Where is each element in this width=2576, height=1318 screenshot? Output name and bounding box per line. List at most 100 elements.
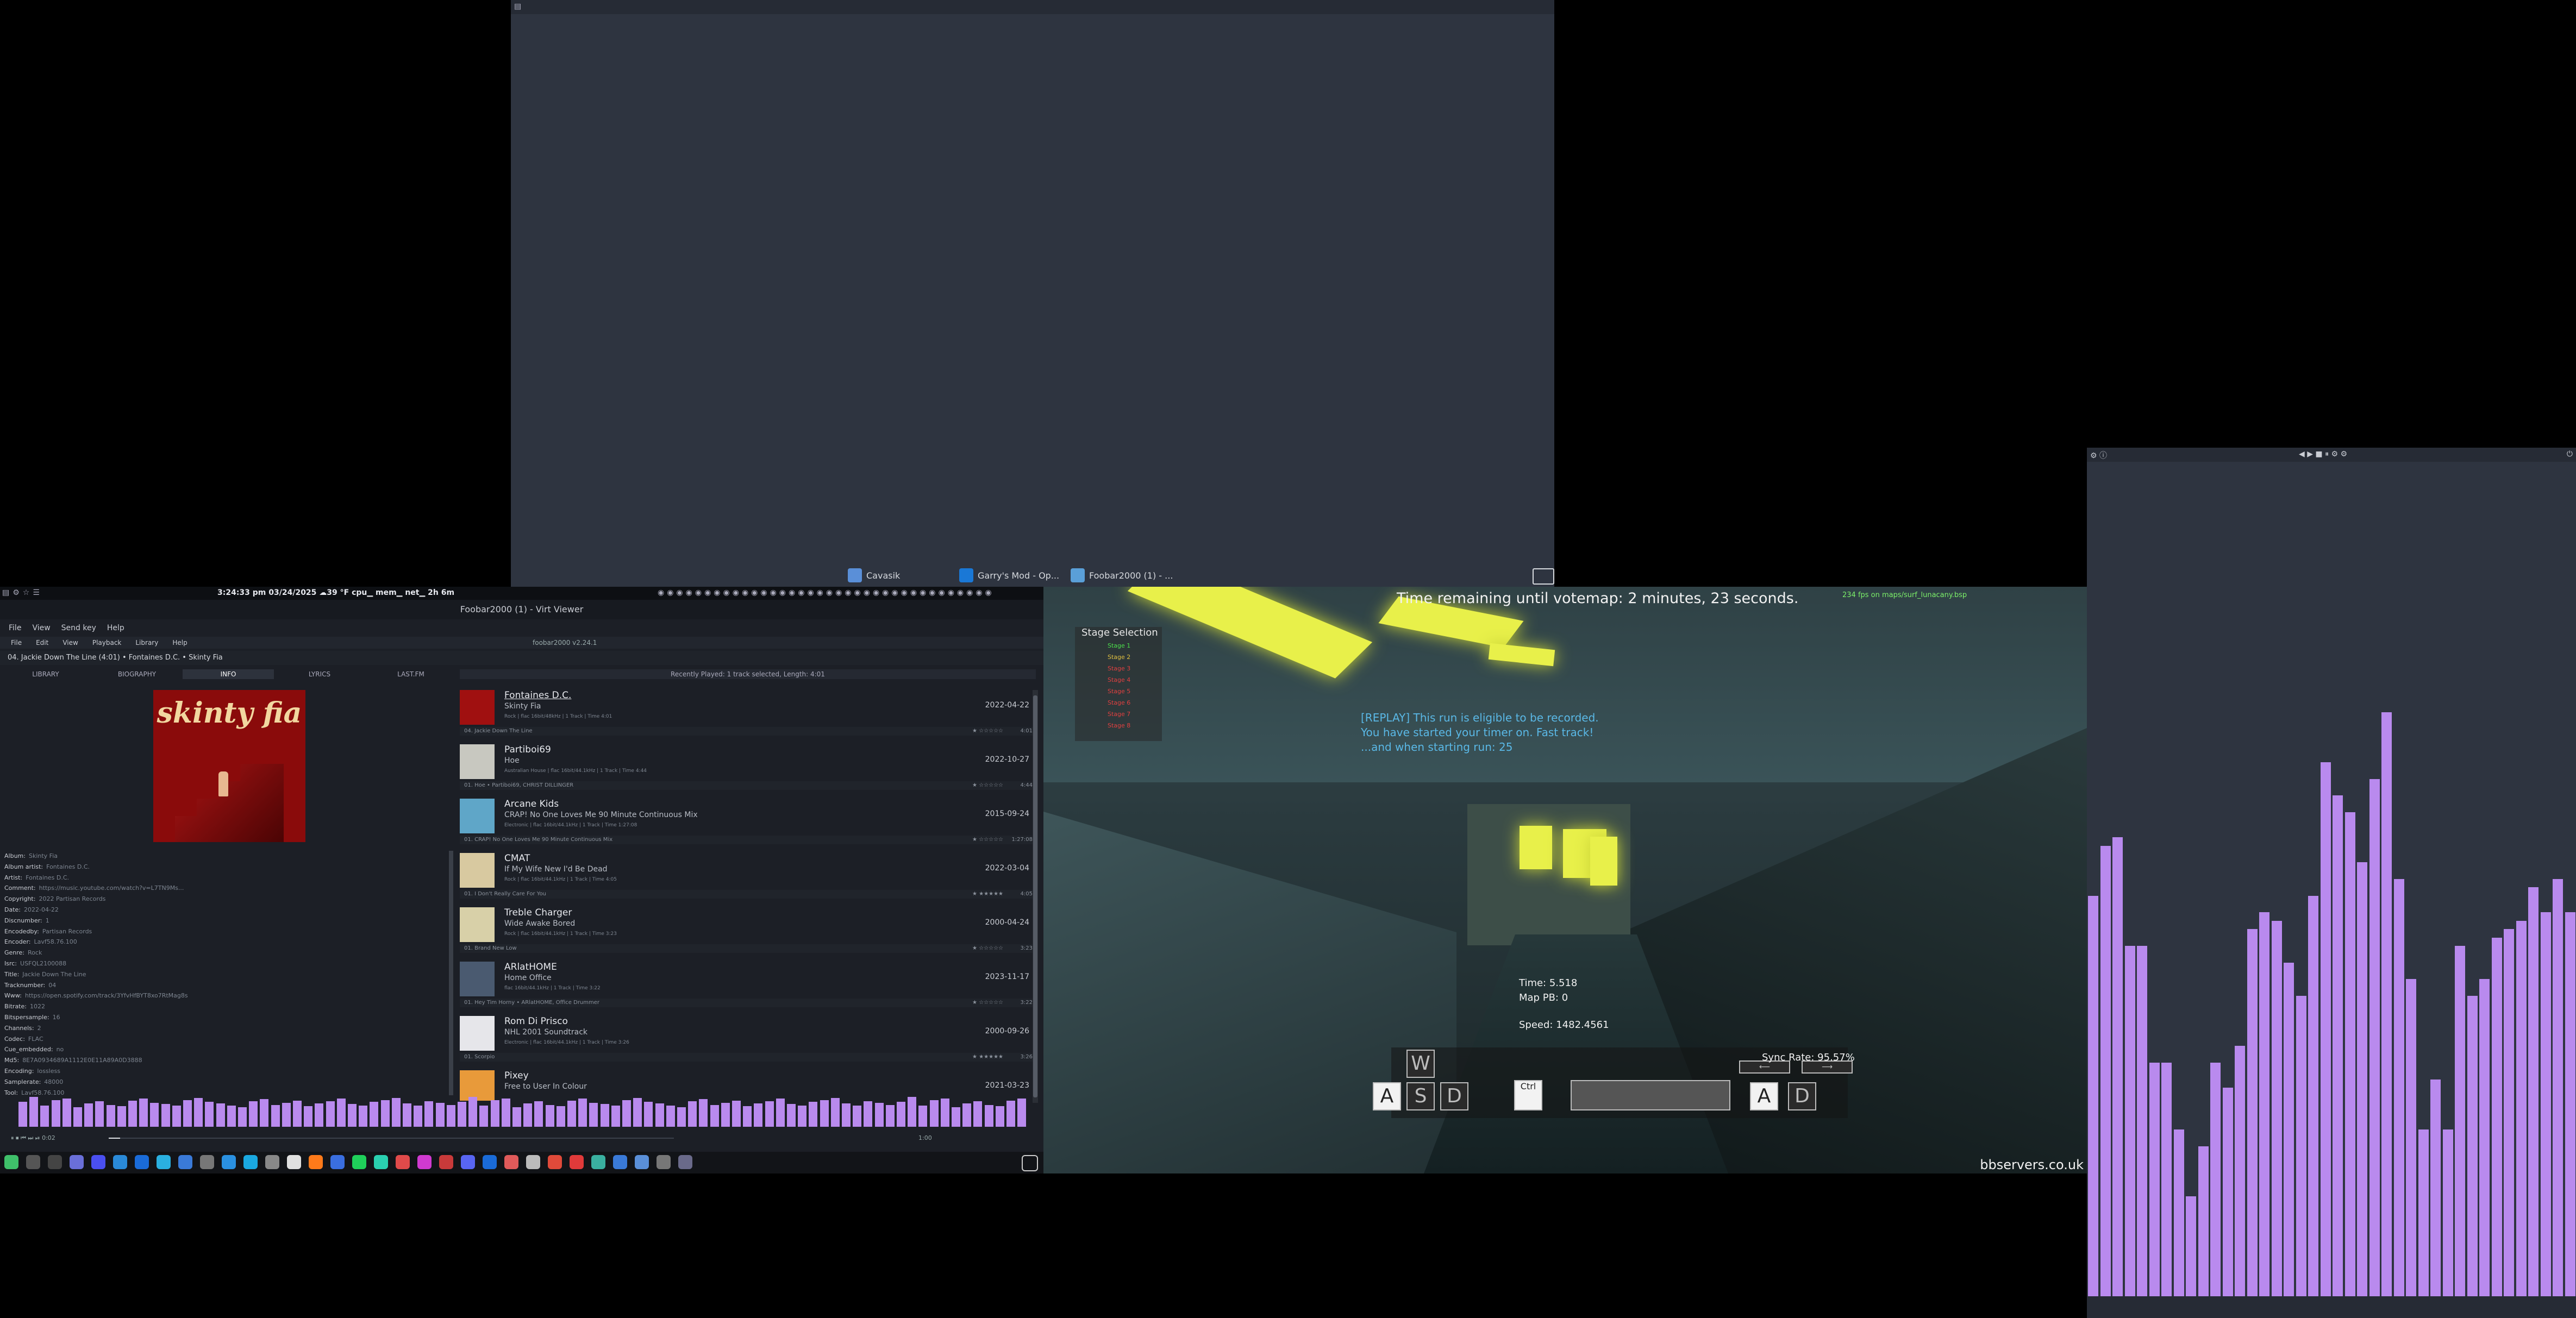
playlist-track-row[interactable]: 01. Hey Tim Horny • ARlatHOME, Office Dr… — [460, 999, 1036, 1007]
viz-bar — [798, 1106, 807, 1127]
dock-app-icon[interactable] — [309, 1155, 323, 1169]
window-menu-icon[interactable]: ⚙ ⓘ — [2090, 450, 2107, 461]
dock-app-icon[interactable] — [461, 1155, 475, 1169]
dock-app-icon[interactable] — [439, 1155, 453, 1169]
tray-icons[interactable]: ◉◉◉◉◉◉◉◉◉◉◉◉◉◉◉◉◉◉◉◉◉◉◉◉◉◉◉◉◉◉◉◉◉◉◉◉ — [658, 588, 995, 597]
dock-app-icon[interactable] — [157, 1155, 171, 1169]
track-rating[interactable]: ★ ☆☆☆☆☆ — [972, 999, 1003, 1007]
viz-bar — [754, 1103, 763, 1127]
show-desktop-icon[interactable] — [1022, 1155, 1038, 1171]
playlist-group[interactable]: Partiboi69 Hoe Australian House | flac 16b… — [460, 744, 1036, 799]
dock-app-icon[interactable] — [113, 1155, 127, 1169]
track-rating[interactable]: ★ ☆☆☆☆☆ — [972, 781, 1003, 790]
dock-app-icon[interactable] — [48, 1155, 62, 1169]
track-rating[interactable]: ★ ☆☆☆☆☆ — [972, 727, 1003, 736]
dock-app-icon[interactable] — [570, 1155, 584, 1169]
track-title: 04. Jackie Down The Line — [464, 728, 533, 734]
track-rating[interactable]: ★ ★★★★★ — [972, 890, 1003, 899]
dock-app-icon[interactable] — [70, 1155, 84, 1169]
empty-window: ▤ — [511, 0, 1554, 587]
dock-app-icon[interactable] — [374, 1155, 388, 1169]
menu-library[interactable]: Library — [135, 637, 158, 649]
tab-info[interactable]: INFO — [183, 669, 274, 679]
playlist-track-row[interactable]: 04. Jackie Down The Line ★ ☆☆☆☆☆ 4:01 — [460, 727, 1036, 736]
dock-app-icon[interactable] — [222, 1155, 236, 1169]
menu-help[interactable]: Help — [107, 620, 124, 636]
playlist-group[interactable]: Pixey Free to User In Colour 2021-03-23 — [460, 1070, 1036, 1101]
playlist-track-row[interactable]: 01. CRAP! No One Loves Me 90 Minute Cont… — [460, 836, 1036, 844]
taskbar-item-gmod[interactable]: Garry's Mod - Op... — [959, 567, 1059, 583]
dock-app-icon[interactable] — [26, 1155, 40, 1169]
playlist-track-row[interactable]: 01. Brand New Low ★ ☆☆☆☆☆ 3:23 — [460, 944, 1036, 953]
tab-lastfm[interactable]: LAST.FM — [365, 669, 457, 679]
viz-bar — [194, 1098, 203, 1127]
metadata-value: Lavf58.76.100 — [21, 1089, 65, 1096]
menu-help[interactable]: Help — [172, 637, 187, 649]
playlist-group[interactable]: Arcane Kids CRAP! No One Loves Me 90 Minu… — [460, 799, 1036, 853]
media-controls[interactable]: ◀ ▶ ■ ⏸ ⚙ ⚙ — [2299, 450, 2347, 459]
track-rating[interactable]: ★ ★★★★★ — [972, 1053, 1003, 1062]
menu-view[interactable]: View — [32, 620, 50, 636]
status-icons[interactable]: ▤⚙☆☰ — [2, 588, 43, 597]
playlist-group[interactable]: ARlatHOME Home Office flac 16bit/44.1kHz |… — [460, 962, 1036, 1016]
track-rating[interactable]: ★ ☆☆☆☆☆ — [972, 944, 1003, 953]
playlist-scrollbar[interactable] — [1033, 690, 1038, 1103]
dock-app-icon[interactable] — [287, 1155, 301, 1169]
spectrum-bar — [2174, 1129, 2184, 1296]
playlist-group[interactable]: Rom Di Prisco NHL 2001 Soundtrack Electron… — [460, 1016, 1036, 1070]
menu-playback[interactable]: Playback — [92, 637, 122, 649]
dock-app-icon[interactable] — [396, 1155, 410, 1169]
menu-view[interactable]: View — [62, 637, 78, 649]
menu-file[interactable]: File — [11, 637, 22, 649]
window-menu-icon[interactable]: ▤ — [514, 2, 521, 11]
tab-biography[interactable]: BIOGRAPHY — [91, 669, 183, 679]
dock-app-icon[interactable] — [504, 1155, 518, 1169]
playlist-group[interactable]: Treble Charger Wide Awake Bored Rock | fla… — [460, 907, 1036, 962]
dock-app-icon[interactable] — [91, 1155, 105, 1169]
menu-edit[interactable]: Edit — [36, 637, 48, 649]
playlist-group[interactable]: CMAT If My Wife New I'd Be Dead Rock | fla… — [460, 853, 1036, 907]
taskbar-item-foobar[interactable]: Foobar2000 (1) - ... — [1071, 567, 1173, 583]
playlist-track-row[interactable]: 01. I Don't Really Care For You ★ ★★★★★ 4:… — [460, 890, 1036, 899]
menu-file[interactable]: File — [9, 620, 21, 636]
metadata-value: USFQL2100088 — [20, 959, 67, 967]
dock-app-icon[interactable] — [265, 1155, 279, 1169]
dock-app-icon[interactable] — [243, 1155, 258, 1169]
tab-library[interactable]: LIBRARY — [0, 669, 91, 679]
show-desktop-button[interactable] — [1533, 568, 1554, 585]
dock-app-icon[interactable] — [135, 1155, 149, 1169]
transport-controls[interactable]: ⏸ ⏹ ⏮ ⏭ ⏯ 0:02 — [11, 1134, 55, 1142]
dock-app-icon[interactable] — [200, 1155, 214, 1169]
close-icon[interactable]: ⏻ — [2567, 450, 2573, 459]
dock-app-icon[interactable] — [678, 1155, 692, 1169]
viz-bar — [984, 1105, 993, 1127]
dock-app-icon[interactable] — [548, 1155, 562, 1169]
menu-send-key[interactable]: Send key — [61, 620, 96, 636]
viz-bar — [973, 1101, 983, 1127]
track-rating[interactable]: ★ ☆☆☆☆☆ — [972, 836, 1003, 844]
dock-app-icon[interactable] — [591, 1155, 605, 1169]
dock-app-icon[interactable] — [613, 1155, 627, 1169]
playlist-track-row[interactable]: 01. Hoe • Partiboi69, CHRIST DILLINGER ★ … — [460, 781, 1036, 790]
dock-app-icon[interactable] — [4, 1155, 18, 1169]
dock-app-icon[interactable] — [526, 1155, 540, 1169]
scroll-thumb[interactable] — [1033, 695, 1037, 1097]
dock-app-icon[interactable] — [330, 1155, 345, 1169]
dock-app-icon[interactable] — [483, 1155, 497, 1169]
dock-app-icon[interactable] — [352, 1155, 366, 1169]
playlist-info: Electronic | flac 16bit/44.1kHz | 1 Trac… — [504, 823, 637, 828]
tab-lyrics[interactable]: LYRICS — [274, 669, 365, 679]
taskbar-item-cavasik[interactable]: Cavasik — [848, 567, 900, 583]
dock-app-icon[interactable] — [178, 1155, 192, 1169]
dock-app-icon[interactable] — [417, 1155, 432, 1169]
playlist-date: 2022-03-04 — [985, 864, 1029, 873]
playlist-group[interactable]: Fontaines D.C. Skinty Fia Rock | flac 16bi… — [460, 690, 1036, 744]
dock-app-icon[interactable] — [635, 1155, 649, 1169]
seek-track[interactable] — [109, 1138, 674, 1139]
dock-app-icon[interactable] — [656, 1155, 671, 1169]
metadata-scrollbar[interactable] — [449, 851, 453, 1095]
game-window[interactable]: Time remaining until votemap: 2 minutes,… — [1043, 587, 2087, 1173]
playlist-date: 2022-04-22 — [985, 701, 1029, 710]
playlist-track-row[interactable]: 01. Scorpio ★ ★★★★★ 3:26 — [460, 1053, 1036, 1062]
playlist-artist: Treble Charger — [504, 907, 572, 918]
